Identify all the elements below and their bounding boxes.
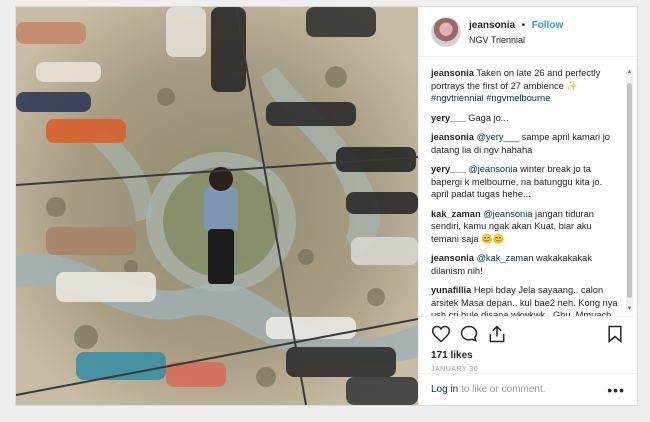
more-options-icon[interactable]: ••• bbox=[607, 382, 625, 398]
post-sidebar: jeansonia • Follow NGV Triennial jeanson… bbox=[418, 7, 637, 405]
comment-item: jeansonia Taken on late 26 and perfectly… bbox=[431, 67, 625, 105]
scrollbar-thumb[interactable] bbox=[627, 83, 632, 298]
login-bar: Log in to like or comment. ••• bbox=[419, 373, 637, 405]
login-prompt: Log in to like or comment. bbox=[431, 384, 546, 395]
scroll-up-arrow-icon[interactable]: ▲ bbox=[626, 69, 633, 75]
post-date: JANUARY 30 bbox=[431, 366, 479, 373]
post-actions: 171 likes JANUARY 30 bbox=[419, 316, 637, 373]
scroll-down-arrow-icon[interactable]: ▼ bbox=[626, 306, 633, 312]
action-icons bbox=[431, 323, 625, 345]
comment-username[interactable]: yery___ bbox=[431, 164, 466, 174]
username-link[interactable]: jeansonia bbox=[469, 20, 515, 31]
mirror-photo-image bbox=[16, 7, 418, 405]
comment-mention-link[interactable]: @jeansonia bbox=[468, 164, 517, 174]
comment-username[interactable]: jeansonia bbox=[431, 68, 474, 78]
post-card: jeansonia • Follow NGV Triennial jeanson… bbox=[15, 6, 638, 406]
share-icon[interactable] bbox=[487, 324, 507, 344]
comment-icon[interactable] bbox=[459, 324, 479, 344]
separator-dot: • bbox=[521, 19, 526, 31]
heart-icon[interactable] bbox=[431, 324, 451, 344]
comment-username[interactable]: jeansonia bbox=[431, 253, 474, 263]
location-link[interactable]: NGV Triennial bbox=[469, 33, 563, 47]
bookmark-icon[interactable] bbox=[605, 324, 625, 344]
header-text: jeansonia • Follow NGV Triennial bbox=[469, 17, 563, 47]
comment-username[interactable]: jeansonia bbox=[431, 132, 474, 142]
comment-item: jeansonia @kak_zaman wakakakakak dilanis… bbox=[431, 252, 625, 277]
comments-list[interactable]: jeansonia Taken on late 26 and perfectly… bbox=[419, 59, 637, 316]
comment-item: yery___ Gaga jo... bbox=[431, 112, 625, 125]
comment-username[interactable]: kak_zaman bbox=[431, 209, 481, 219]
post-photo[interactable] bbox=[16, 7, 418, 405]
comment-mention-link[interactable]: #ngvtriennial #ngvmelbourne bbox=[431, 93, 550, 103]
follow-button[interactable]: Follow bbox=[532, 20, 564, 31]
comments-scrollbar[interactable]: ▲ ▼ bbox=[626, 69, 633, 312]
comment-item: jeansonia @yery___ sampe april kamari jo… bbox=[431, 131, 625, 156]
comment-mention-link[interactable]: @kak_zaman bbox=[476, 253, 533, 263]
avatar[interactable] bbox=[431, 16, 461, 47]
comment-item: kak_zaman @jeansonia jangan tiduran send… bbox=[431, 208, 625, 246]
comment-username[interactable]: yery___ bbox=[431, 113, 466, 123]
comment-text: Gaga jo... bbox=[468, 112, 509, 123]
comment-mention-link[interactable]: @yery___ bbox=[476, 132, 519, 142]
comment-item: yery___ @jeansonia winter break jo ta ba… bbox=[431, 163, 625, 201]
login-prompt-text: to like or comment. bbox=[458, 384, 546, 395]
comment-item: yunafillia Hepi bday Jela sayaang.. calo… bbox=[431, 284, 625, 316]
login-link[interactable]: Log in bbox=[431, 384, 458, 395]
comment-mention-link[interactable]: @jeansonia bbox=[483, 209, 532, 219]
post-header: jeansonia • Follow NGV Triennial bbox=[419, 7, 637, 57]
likes-count[interactable]: 171 likes bbox=[431, 350, 625, 361]
comment-username[interactable]: yunafillia bbox=[431, 285, 471, 295]
